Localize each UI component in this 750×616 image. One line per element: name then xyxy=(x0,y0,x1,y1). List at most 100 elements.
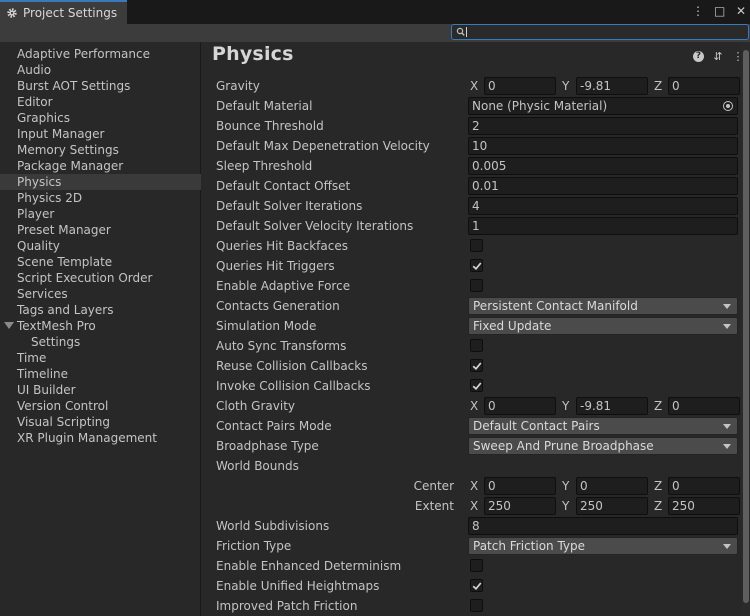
sidebar-item-editor[interactable]: Editor xyxy=(0,94,201,110)
sidebar-item-script-execution-order[interactable]: Script Execution Order xyxy=(0,270,201,286)
title-bar: Project Settings ⋮ □ ✕ xyxy=(0,0,750,24)
simulation-mode-dropdown[interactable]: Fixed Update xyxy=(468,317,738,335)
extent-z-field[interactable]: 250 xyxy=(668,497,740,515)
sidebar-item-quality[interactable]: Quality xyxy=(0,238,201,254)
close-icon[interactable]: ✕ xyxy=(736,4,746,18)
sidebar-item-version-control[interactable]: Version Control xyxy=(0,398,201,414)
broadphase-type-dropdown[interactable]: Sweep And Prune Broadphase xyxy=(468,437,738,455)
friction-type-dropdown[interactable]: Patch Friction Type xyxy=(468,537,738,555)
axis-label-y: Y xyxy=(562,499,570,513)
sidebar-item-label: Graphics xyxy=(17,111,70,125)
sidebar-item-package-manager[interactable]: Package Manager xyxy=(0,158,201,174)
setting-label: Reuse Collision Callbacks xyxy=(216,359,368,373)
field-value: 4 xyxy=(472,199,480,213)
project-settings-tab[interactable]: Project Settings xyxy=(0,0,127,24)
center-vector3: X0Y0Z0 xyxy=(470,477,740,495)
reuse-collision-callbacks-checkbox[interactable] xyxy=(470,359,483,372)
gravity-z-field[interactable]: 0 xyxy=(668,77,740,95)
extent-y-field[interactable]: 250 xyxy=(576,497,648,515)
invoke-collision-callbacks-checkbox[interactable] xyxy=(470,379,483,392)
extent-vector3: X 250 Y 250 Z 250 xyxy=(470,497,740,515)
sidebar-item-scene-template[interactable]: Scene Template xyxy=(0,254,201,270)
help-icon[interactable]: ? xyxy=(693,51,704,62)
more-vert-icon[interactable]: ⋮ xyxy=(692,4,704,18)
page-title: Physics xyxy=(212,43,294,65)
sidebar-item-physics[interactable]: Physics xyxy=(0,174,201,190)
gravity-y-field[interactable]: -9.81 xyxy=(576,77,648,95)
setting-row-enable-enhanced-determinism: Enable Enhanced Determinism xyxy=(216,557,738,575)
sidebar-item-label: Memory Settings xyxy=(17,143,119,157)
cloth-gravity-y-field[interactable]: -9.81 xyxy=(576,397,648,415)
sidebar-item-input-manager[interactable]: Input Manager xyxy=(0,126,201,142)
center-x-field[interactable]: 0 xyxy=(484,477,556,495)
sidebar-item-label: Physics xyxy=(17,175,62,189)
improved-patch-friction-checkbox[interactable] xyxy=(470,599,483,612)
setting-label: Extent xyxy=(414,499,454,513)
presets-icon[interactable]: ⇵ xyxy=(712,50,724,63)
sidebar-item-services[interactable]: Services xyxy=(0,286,201,302)
sidebar-item-player[interactable]: Player xyxy=(0,206,201,222)
setting-row-cloth-gravity: Cloth Gravity X 0 Y -9.81 Z 0 xyxy=(216,397,740,415)
sidebar-item-audio[interactable]: Audio xyxy=(0,62,201,78)
sidebar-item-memory-settings[interactable]: Memory Settings xyxy=(0,142,201,158)
scrollbar-thumb[interactable] xyxy=(743,50,749,603)
contacts-generation-dropdown[interactable]: Persistent Contact Manifold xyxy=(468,297,738,315)
object-picker-icon[interactable] xyxy=(723,101,733,111)
fold-arrow-icon[interactable] xyxy=(4,322,14,329)
enable-adaptive-force-checkbox[interactable] xyxy=(470,279,483,292)
bounce-threshold-field[interactable]: 2 xyxy=(468,117,738,135)
sidebar-item-physics-2d[interactable]: Physics 2D xyxy=(0,190,201,206)
sidebar-item-settings[interactable]: Settings xyxy=(0,334,201,350)
center-z-field[interactable]: 0 xyxy=(668,477,740,495)
sidebar-item-label: Adaptive Performance xyxy=(17,47,150,61)
default-max-depenetration-velocity-field[interactable]: 10 xyxy=(468,137,738,155)
setting-row-queries-hit-backfaces: Queries Hit Backfaces xyxy=(216,237,738,255)
enable-enhanced-determinism-checkbox[interactable] xyxy=(470,559,483,572)
sidebar-item-visual-scripting[interactable]: Visual Scripting xyxy=(0,414,201,430)
setting-label: World Bounds xyxy=(216,459,299,473)
checkmark-icon xyxy=(472,382,482,391)
search-input[interactable] xyxy=(451,24,749,40)
sidebar-item-time[interactable]: Time xyxy=(0,350,201,366)
queries-hit-backfaces-checkbox[interactable] xyxy=(470,239,483,252)
sidebar-item-tags-and-layers[interactable]: Tags and Layers xyxy=(0,302,201,318)
setting-label: Queries Hit Triggers xyxy=(216,259,335,273)
setting-row-improved-patch-friction: Improved Patch Friction xyxy=(216,597,738,615)
enable-unified-heightmaps-checkbox[interactable] xyxy=(470,579,483,592)
setting-row-friction-type: Friction Type Patch Friction Type xyxy=(216,537,738,555)
setting-label: Enable Adaptive Force xyxy=(216,279,351,293)
contact-pairs-mode-dropdown[interactable]: Default Contact Pairs xyxy=(468,417,738,435)
gear-icon xyxy=(7,8,17,18)
sleep-threshold-field[interactable]: 0.005 xyxy=(468,157,738,175)
setting-row-auto-sync-transforms: Auto Sync Transforms xyxy=(216,337,738,355)
sidebar-item-label: Settings xyxy=(31,335,81,349)
cloth-gravity-x-field[interactable]: 0 xyxy=(484,397,556,415)
sidebar-item-textmesh-pro[interactable]: TextMesh Pro xyxy=(0,318,201,334)
sidebar-item-label: Audio xyxy=(17,63,52,77)
sidebar-item-burst-aot-settings[interactable]: Burst AOT Settings xyxy=(0,78,201,94)
chevron-down-icon xyxy=(723,544,731,549)
gravity-x-field[interactable]: 0 xyxy=(484,77,556,95)
maximize-icon[interactable]: □ xyxy=(714,4,725,18)
gravity-vector3: X 0 Y -9.81 Z 0 xyxy=(470,77,740,95)
sidebar-item-label: Time xyxy=(17,351,47,365)
default-contact-offset-field[interactable]: 0.01 xyxy=(468,177,738,195)
sidebar-item-timeline[interactable]: Timeline xyxy=(0,366,201,382)
auto-sync-transforms-checkbox[interactable] xyxy=(470,339,483,352)
sidebar-item-xr-plugin-management[interactable]: XR Plugin Management xyxy=(0,430,201,446)
sidebar-item-adaptive-performance[interactable]: Adaptive Performance xyxy=(0,46,201,62)
sidebar-item-ui-builder[interactable]: UI Builder xyxy=(0,382,201,398)
sidebar-item-label: Package Manager xyxy=(17,159,124,173)
sidebar-item-preset-manager[interactable]: Preset Manager xyxy=(0,222,201,238)
sidebar-item-label: Burst AOT Settings xyxy=(17,79,131,93)
cloth-gravity-z-field[interactable]: 0 xyxy=(668,397,740,415)
default-material-field[interactable]: None (Physic Material) xyxy=(468,97,738,115)
setting-row-default-solver-iterations: Default Solver Iterations 4 xyxy=(216,197,738,215)
sidebar-item-graphics[interactable]: Graphics xyxy=(0,110,201,126)
queries-hit-triggers-checkbox[interactable] xyxy=(470,259,483,272)
center-y-field[interactable]: 0 xyxy=(576,477,648,495)
default-solver-iterations-field[interactable]: 4 xyxy=(468,197,738,215)
world-subdivisions-field[interactable]: 8 xyxy=(468,517,738,535)
default-solver-velocity-iterations-field[interactable]: 1 xyxy=(468,217,738,235)
extent-x-field[interactable]: 250 xyxy=(484,497,556,515)
